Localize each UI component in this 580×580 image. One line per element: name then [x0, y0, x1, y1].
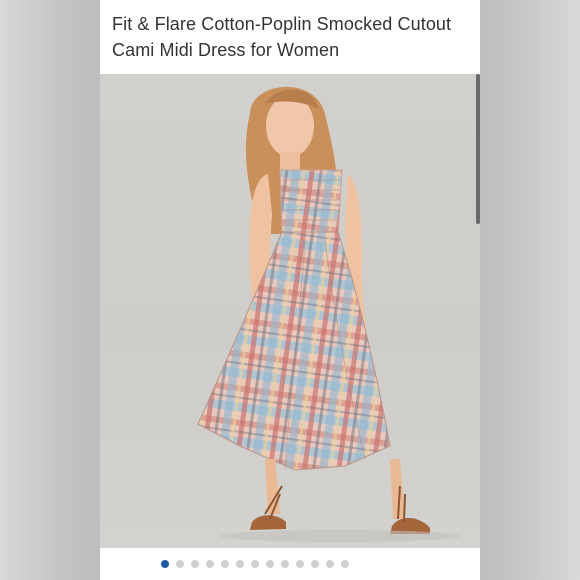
gallery-dot[interactable] [281, 560, 289, 568]
gallery-dot[interactable] [251, 560, 259, 568]
dress-model-illustration [197, 86, 460, 542]
gallery-dot[interactable] [296, 560, 304, 568]
gallery-dot[interactable] [326, 560, 334, 568]
product-title: Fit & Flare Cotton-Poplin Smocked Cutout… [112, 14, 452, 60]
gallery-dot[interactable] [221, 560, 229, 568]
gallery-dot[interactable] [236, 560, 244, 568]
page-background-right [480, 0, 580, 580]
gallery-dot[interactable] [266, 560, 274, 568]
gallery-dot[interactable] [311, 560, 319, 568]
gallery-dot[interactable] [191, 560, 199, 568]
gallery-dot[interactable] [176, 560, 184, 568]
gallery-dot[interactable] [161, 560, 169, 568]
gallery-dot[interactable] [341, 560, 349, 568]
gallery-dot[interactable] [206, 560, 214, 568]
gallery-pagination [100, 548, 480, 580]
page-background-left [0, 0, 100, 580]
product-image[interactable] [100, 74, 480, 548]
product-card: Fit & Flare Cotton-Poplin Smocked Cutout… [100, 0, 480, 580]
image-scrollbar[interactable] [476, 74, 480, 224]
